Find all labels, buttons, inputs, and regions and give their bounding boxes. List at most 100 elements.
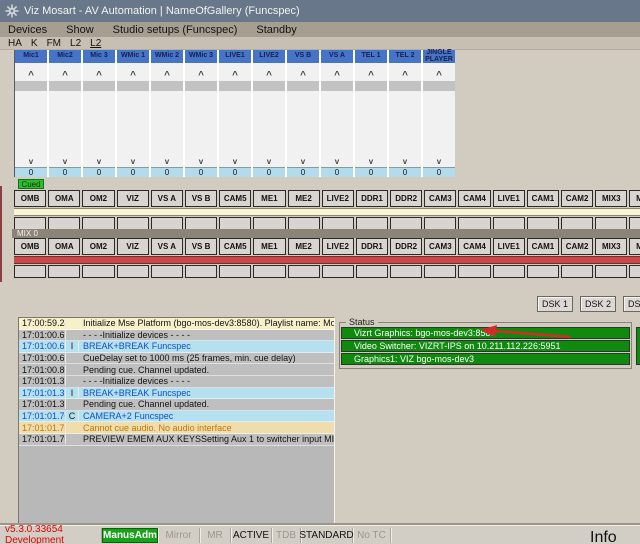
source-button[interactable]: CAM2 (561, 190, 593, 207)
source-button[interactable]: CAM3 (424, 190, 456, 207)
fader-down-button[interactable]: v (15, 155, 47, 167)
fader-track[interactable] (49, 91, 81, 155)
toolbar-shortcut[interactable]: L2 (90, 38, 101, 49)
dsk-button[interactable]: DSK 3 (623, 296, 640, 312)
source-button[interactable]: VS A (151, 190, 183, 207)
event-log[interactable]: 17:00:59.24 Initialize Mse Platform (bgo… (18, 317, 335, 524)
fader-up-button[interactable]: ^ (389, 63, 421, 81)
menu-item[interactable]: Devices (8, 24, 47, 36)
source-button[interactable]: LIVE1 (493, 238, 525, 255)
source-button[interactable]: LIVE2 (322, 190, 354, 207)
menu-item[interactable]: Show (66, 24, 94, 36)
fader-handle[interactable] (321, 81, 353, 91)
fader-down-button[interactable]: v (219, 155, 251, 167)
source-button[interactable]: CAM5 (219, 190, 251, 207)
fader-up-button[interactable]: ^ (83, 63, 115, 81)
source-button[interactable]: OM2 (82, 238, 114, 255)
fader-down-button[interactable]: v (321, 155, 353, 167)
fader-up-button[interactable]: ^ (117, 63, 149, 81)
fader-down-button[interactable]: v (185, 155, 217, 167)
fader-handle[interactable] (287, 81, 319, 91)
dsk-button[interactable]: DSK 2 (580, 296, 616, 312)
source-button[interactable]: ME2 (288, 190, 320, 207)
fader-up-button[interactable]: ^ (15, 63, 47, 81)
source-button[interactable]: MIX3 (595, 190, 627, 207)
toolbar-shortcut[interactable]: K (31, 38, 38, 49)
source-button[interactable]: MIX2 (629, 238, 640, 255)
source-button[interactable]: CAM5 (219, 238, 251, 255)
fader-down-button[interactable]: v (355, 155, 387, 167)
fader-up-button[interactable]: ^ (151, 63, 183, 81)
dsk-button[interactable]: DSK 1 (537, 296, 573, 312)
source-button[interactable]: LIVE1 (493, 190, 525, 207)
fader-down-button[interactable]: v (83, 155, 115, 167)
fader-handle[interactable] (253, 81, 285, 91)
fader-up-button[interactable]: ^ (219, 63, 251, 81)
fader-track[interactable] (185, 91, 217, 155)
fader-track[interactable] (355, 91, 387, 155)
fader-down-button[interactable]: v (151, 155, 183, 167)
fader-up-button[interactable]: ^ (287, 63, 319, 81)
source-button[interactable]: VS A (151, 238, 183, 255)
fader-track[interactable] (151, 91, 183, 155)
source-button[interactable]: CAM4 (458, 190, 490, 207)
fader-up-button[interactable]: ^ (185, 63, 217, 81)
source-button[interactable]: OMB (14, 190, 46, 207)
source-button[interactable]: DDR2 (390, 190, 422, 207)
fader-down-button[interactable]: v (389, 155, 421, 167)
source-button[interactable]: OMA (48, 238, 80, 255)
source-button[interactable]: ME1 (253, 238, 285, 255)
source-button[interactable]: CAM4 (458, 238, 490, 255)
source-button[interactable]: MIX3 (595, 238, 627, 255)
fader-track[interactable] (219, 91, 251, 155)
fader-down-button[interactable]: v (287, 155, 319, 167)
fader-handle[interactable] (423, 81, 455, 91)
source-button[interactable]: MIX2 (629, 190, 640, 207)
source-button[interactable]: LIVE2 (322, 238, 354, 255)
source-button[interactable]: VIZ (117, 190, 149, 207)
source-button[interactable]: DDR1 (356, 238, 388, 255)
fader-up-button[interactable]: ^ (253, 63, 285, 81)
fader-handle[interactable] (15, 81, 47, 91)
source-button[interactable]: CAM2 (561, 238, 593, 255)
source-button[interactable]: OMB (14, 238, 46, 255)
fader-track[interactable] (15, 91, 47, 155)
source-button[interactable]: OMA (48, 190, 80, 207)
source-button[interactable]: ME1 (253, 190, 285, 207)
fader-down-button[interactable]: v (253, 155, 285, 167)
toolbar-shortcut[interactable]: HA (8, 38, 22, 49)
source-button[interactable]: VIZ (117, 238, 149, 255)
fader-handle[interactable] (389, 81, 421, 91)
source-button[interactable]: CAM3 (424, 238, 456, 255)
source-button[interactable]: DDR1 (356, 190, 388, 207)
fader-handle[interactable] (49, 81, 81, 91)
fader-handle[interactable] (117, 81, 149, 91)
fader-up-button[interactable]: ^ (49, 63, 81, 81)
fader-track[interactable] (423, 91, 455, 155)
fader-down-button[interactable]: v (423, 155, 455, 167)
fader-track[interactable] (389, 91, 421, 155)
source-button[interactable]: DDR2 (390, 238, 422, 255)
fader-track[interactable] (253, 91, 285, 155)
toolbar-shortcut[interactable]: FM (47, 38, 61, 49)
fader-handle[interactable] (185, 81, 217, 91)
toolbar-shortcut[interactable]: L2 (70, 38, 81, 49)
fader-track[interactable] (117, 91, 149, 155)
fader-down-button[interactable]: v (117, 155, 149, 167)
fader-track[interactable] (83, 91, 115, 155)
source-button[interactable]: OM2 (82, 190, 114, 207)
info-label[interactable]: Info (590, 529, 617, 544)
fader-handle[interactable] (83, 81, 115, 91)
source-button[interactable]: CAM1 (527, 190, 559, 207)
fader-up-button[interactable]: ^ (423, 63, 455, 81)
fader-handle[interactable] (151, 81, 183, 91)
fader-down-button[interactable]: v (49, 155, 81, 167)
source-button[interactable]: ME2 (288, 238, 320, 255)
fader-track[interactable] (321, 91, 353, 155)
fader-up-button[interactable]: ^ (321, 63, 353, 81)
fader-handle[interactable] (219, 81, 251, 91)
menu-item[interactable]: Standby (256, 24, 296, 36)
fader-up-button[interactable]: ^ (355, 63, 387, 81)
menu-item[interactable]: Studio setups (Funcspec) (113, 24, 238, 36)
source-button[interactable]: CAM1 (527, 238, 559, 255)
